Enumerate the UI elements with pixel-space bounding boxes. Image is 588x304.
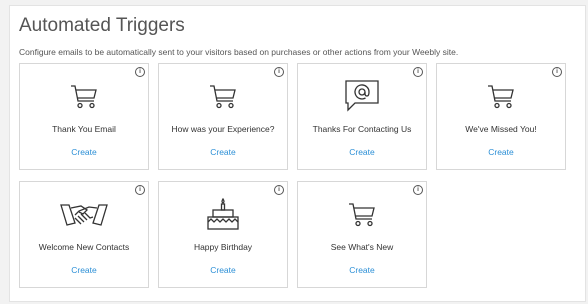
trigger-label: Thanks For Contacting Us [312, 124, 412, 134]
info-icon[interactable]: i [274, 67, 284, 77]
cart-icon [437, 79, 565, 113]
create-link[interactable]: Create [298, 265, 426, 275]
cart-icon [20, 79, 148, 113]
trigger-card-how-was-your-experience: i How was your Experience? Create [158, 63, 288, 170]
trigger-card-weve-missed-you: i We've Missed You! Create [436, 63, 566, 170]
info-icon[interactable]: i [274, 185, 284, 195]
info-icon[interactable]: i [552, 67, 562, 77]
trigger-label: See What's New [330, 242, 394, 252]
create-link[interactable]: Create [298, 147, 426, 157]
page-title: Automated Triggers [19, 15, 185, 36]
trigger-label: Thank You Email [52, 124, 116, 134]
trigger-card-happy-birthday: i Happy Birthday Create [158, 181, 288, 288]
at-speech-bubble-icon [298, 79, 426, 113]
info-icon[interactable]: i [413, 185, 423, 195]
page-description: Configure emails to be automatically sen… [19, 47, 459, 57]
create-link[interactable]: Create [159, 147, 287, 157]
trigger-card-thank-you-email: i Thank You Email Create [19, 63, 149, 170]
info-icon[interactable]: i [135, 67, 145, 77]
trigger-card-welcome-new-contacts: i Welcome New Contacts Create [19, 181, 149, 288]
cart-icon [298, 197, 426, 231]
trigger-label: We've Missed You! [465, 124, 537, 134]
create-link[interactable]: Create [20, 265, 148, 275]
create-link[interactable]: Create [159, 265, 287, 275]
create-link[interactable]: Create [437, 147, 565, 157]
trigger-label: Welcome New Contacts [38, 242, 130, 252]
create-link[interactable]: Create [20, 147, 148, 157]
automated-triggers-panel: Automated Triggers Configure emails to b… [9, 5, 586, 302]
birthday-cake-icon [159, 197, 287, 231]
trigger-label: How was your Experience? [171, 124, 275, 134]
trigger-card-see-whats-new: i See What's New Create [297, 181, 427, 288]
info-icon[interactable]: i [135, 185, 145, 195]
trigger-label: Happy Birthday [193, 242, 253, 252]
cart-icon [159, 79, 287, 113]
handshake-icon [20, 197, 148, 231]
info-icon[interactable]: i [413, 67, 423, 77]
trigger-card-thanks-for-contacting-us: i Thanks For Contacting Us Create [297, 63, 427, 170]
